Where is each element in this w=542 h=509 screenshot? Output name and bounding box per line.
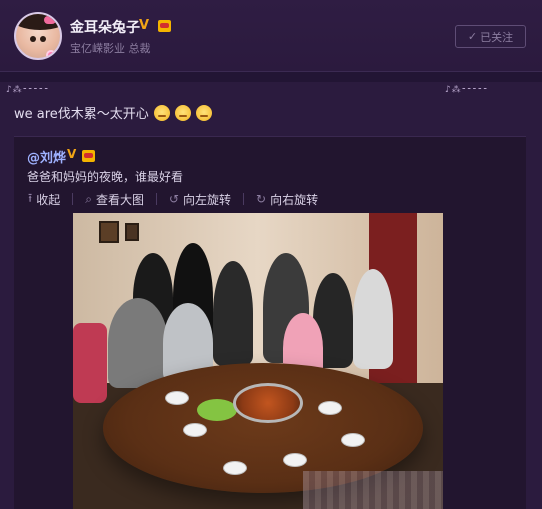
photo-frame <box>125 223 139 241</box>
view-large-label: 查看大图 <box>95 192 144 207</box>
action-separator <box>155 193 157 205</box>
rotate-left-button[interactable]: ↺ 向左旋转 <box>169 191 231 207</box>
rotate-left-label: 向左旋转 <box>183 192 232 207</box>
rotate-right-icon: ↻ <box>256 192 267 206</box>
hotpot <box>233 383 303 423</box>
plate <box>318 401 342 415</box>
avatar-flower <box>46 50 56 58</box>
repost-username[interactable]: @刘烨 <box>27 147 66 166</box>
follow-button[interactable]: ✓ 已关注 <box>455 25 526 48</box>
emoji-smile-icon <box>153 105 170 121</box>
post-photo[interactable] <box>73 213 443 509</box>
rotate-right-label: 向右旋转 <box>270 192 319 207</box>
header-divider <box>0 72 542 82</box>
repost-text: 爸爸和妈妈的夜晚，谁最好看 <box>27 170 184 184</box>
action-separator <box>72 193 74 205</box>
photo-people <box>93 243 423 388</box>
post-text: we are伐木累～太开心 <box>14 103 213 122</box>
plate <box>341 433 365 447</box>
arrow-up-icon: ⭱ <box>28 190 33 205</box>
photo-frame <box>99 221 119 243</box>
avatar-bow <box>44 16 56 24</box>
view-large-button[interactable]: ⌕ 查看大图 <box>85 191 144 207</box>
person <box>108 298 168 388</box>
image-actions: ⭱ 收起 ⌕ 查看大图 ↺ 向左旋转 ↻ 向右旋转 <box>28 191 330 207</box>
collapse-button[interactable]: ⭱ 收起 <box>28 191 60 207</box>
plate <box>283 453 307 467</box>
action-separator <box>243 193 245 205</box>
vegetable-dish <box>197 399 237 421</box>
decoration-right: ♪ ⁂ ⁃ ⁃ ⁃ ⁃ ⁃ <box>445 85 487 95</box>
vip-crown-icon <box>158 20 171 32</box>
person <box>213 261 253 366</box>
avatar-eye-right <box>40 36 46 42</box>
emoji-smile-icon <box>196 105 213 121</box>
profile-subtitle: 宝亿嵘影业 总裁 <box>70 42 151 55</box>
repost-verified-icon: V <box>67 147 77 161</box>
watermark-blur <box>303 471 443 509</box>
post-text-body: we are伐木累～太开心 <box>14 107 149 122</box>
profile-header: 金耳朵兔子 V 宝亿嵘影业 总裁 ✓ 已关注 <box>0 0 542 72</box>
person <box>353 269 393 369</box>
profile-username[interactable]: 金耳朵兔子 <box>70 17 140 37</box>
plate <box>183 423 207 437</box>
collapse-label: 收起 <box>36 192 61 207</box>
avatar-eye-left <box>30 36 36 42</box>
plate <box>165 391 189 405</box>
verified-badge-icon: V <box>139 18 150 33</box>
avatar[interactable] <box>14 12 62 60</box>
decoration-left: ♪ ⁂ ⁃ ⁃ ⁃ ⁃ ⁃ <box>6 85 48 95</box>
plate <box>223 461 247 475</box>
repost-vip-crown-icon <box>82 150 95 162</box>
check-icon: ✓ <box>467 30 478 43</box>
rotate-right-button[interactable]: ↻ 向右旋转 <box>256 191 318 207</box>
emoji-smile-icon <box>175 105 192 121</box>
follow-button-label: 已关注 <box>480 30 514 44</box>
search-icon: ⌕ <box>85 191 92 206</box>
rotate-left-icon: ↺ <box>168 192 180 206</box>
